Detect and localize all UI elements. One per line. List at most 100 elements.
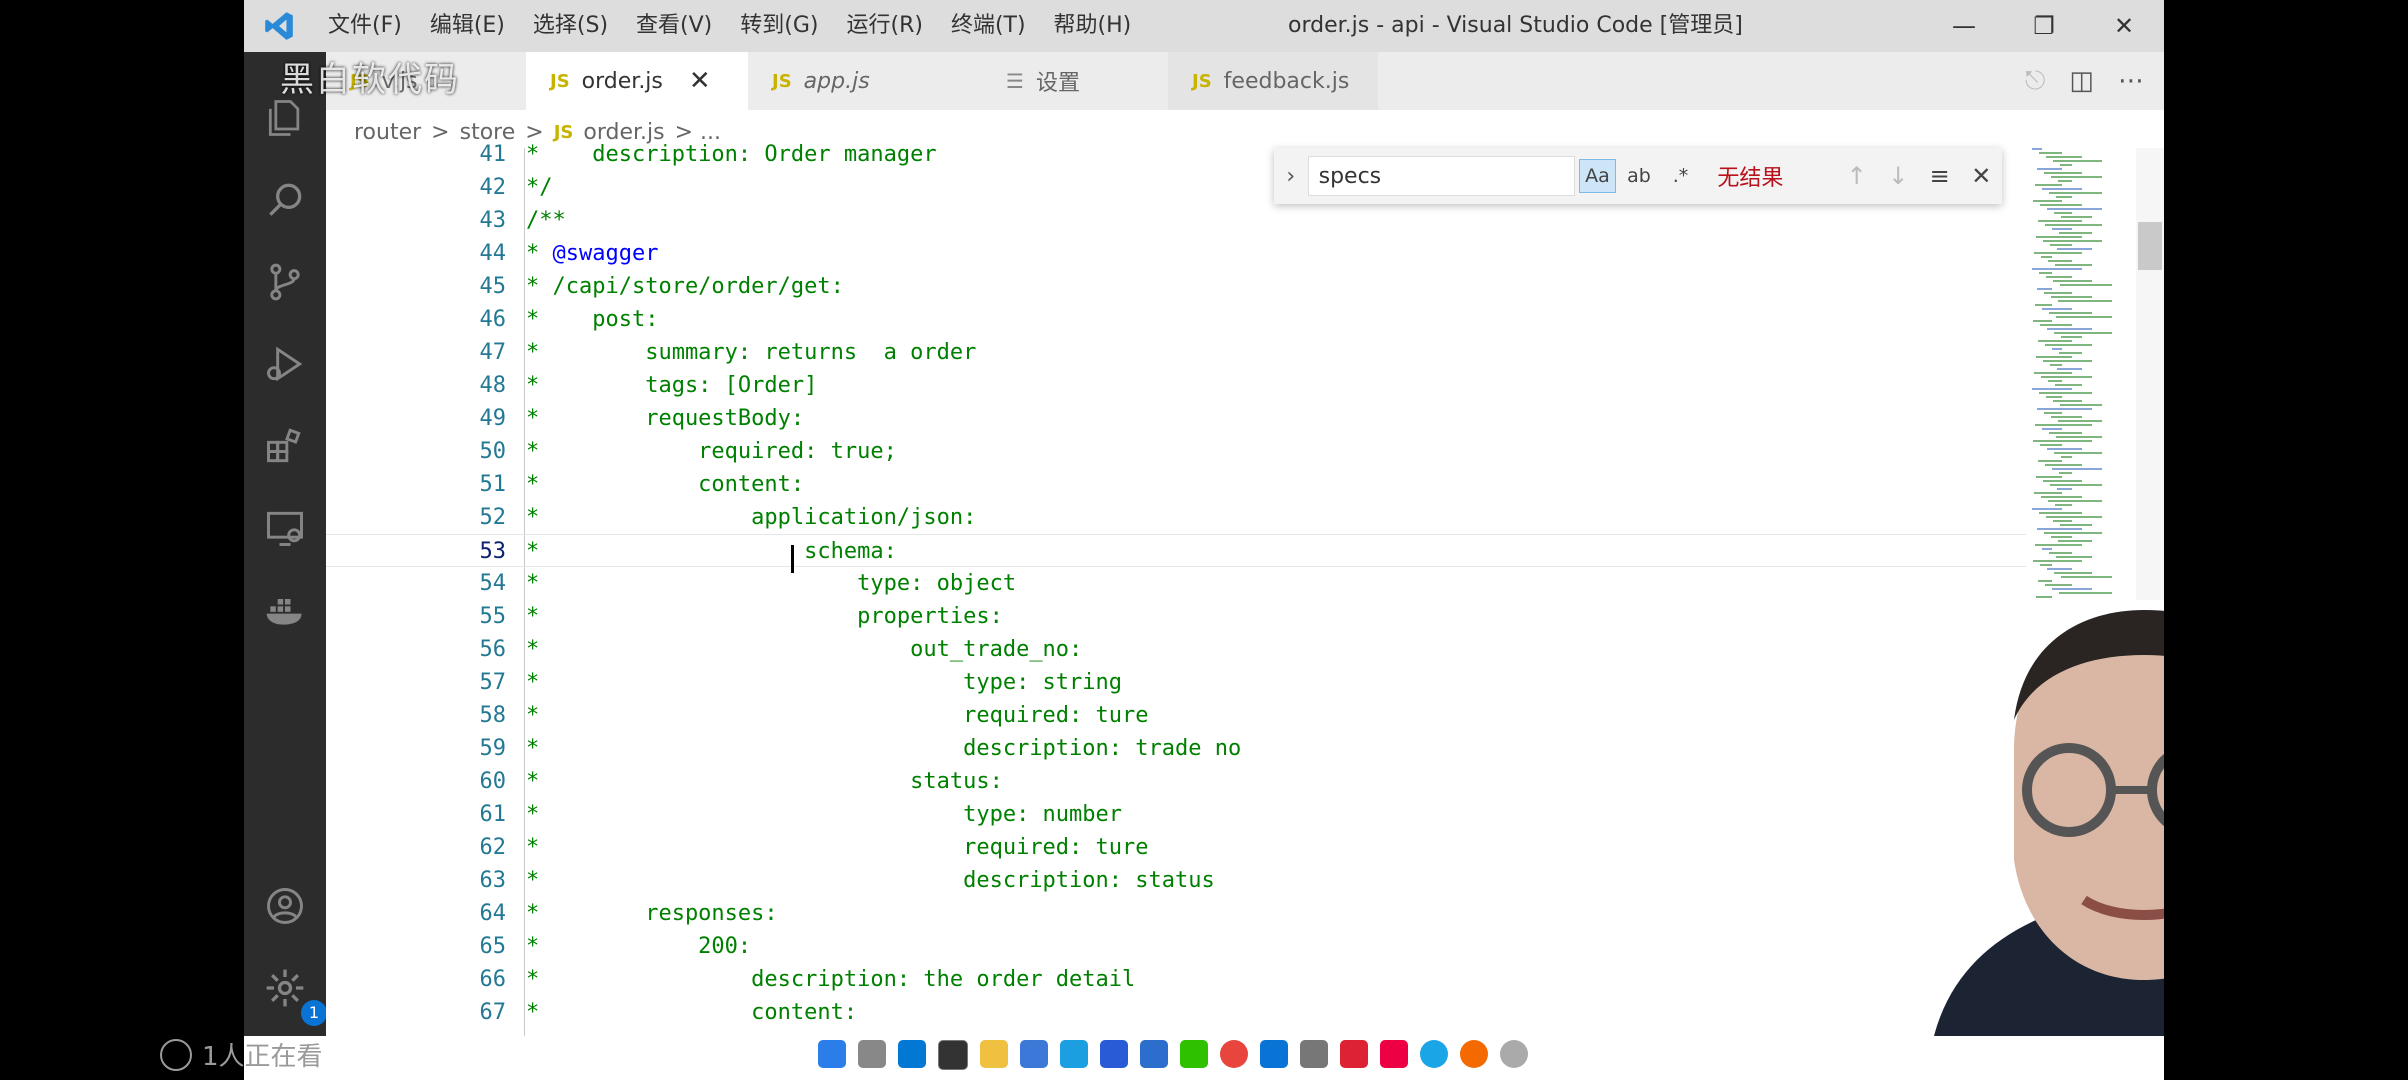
- app-icon[interactable]: [1460, 1040, 1488, 1068]
- remote-explorer-icon[interactable]: [261, 504, 309, 552]
- tab-app-js[interactable]: JS app.js: [748, 52, 958, 110]
- next-match-icon[interactable]: ↓: [1877, 162, 1919, 190]
- start-icon[interactable]: [818, 1040, 846, 1068]
- code-line[interactable]: 67 * content:: [326, 996, 2026, 1029]
- code-line[interactable]: 62 * required: ture: [326, 831, 2026, 864]
- code-line[interactable]: 61 * type: number: [326, 798, 2026, 831]
- wechat-icon[interactable]: [1180, 1040, 1208, 1068]
- app-icon[interactable]: [1100, 1040, 1128, 1068]
- code-line[interactable]: 63 * description: status: [326, 864, 2026, 897]
- minimap-line: [2039, 512, 2082, 514]
- code-line[interactable]: 49 * requestBody:: [326, 402, 2026, 435]
- toggle-replace-icon[interactable]: ›: [1274, 164, 1308, 189]
- minimize-button[interactable]: —: [1924, 0, 2004, 52]
- app-icon[interactable]: [1020, 1040, 1048, 1068]
- minimap-line: [2053, 520, 2072, 522]
- minimap-line: [2047, 448, 2082, 450]
- match-case-button[interactable]: Aa: [1578, 159, 1617, 193]
- accounts-icon[interactable]: [261, 882, 309, 930]
- app-icon[interactable]: [1500, 1040, 1528, 1068]
- code-line[interactable]: 43 /**: [326, 204, 2026, 237]
- widgets-icon[interactable]: [898, 1040, 926, 1068]
- wps-icon[interactable]: [1340, 1040, 1368, 1068]
- code-line[interactable]: 54 * type: object: [326, 567, 2026, 600]
- scrollbar-thumb[interactable]: [2138, 222, 2162, 270]
- code-line[interactable]: 45 * /capi/store/order/get:: [326, 270, 2026, 303]
- explorer-icon[interactable]: [261, 94, 309, 142]
- menu-terminal[interactable]: 终端(T): [937, 0, 1040, 52]
- split-editor-icon[interactable]: ◫: [2069, 66, 2094, 96]
- source-control-icon[interactable]: [261, 258, 309, 306]
- line-number: 41: [479, 142, 507, 167]
- code-line[interactable]: 44 * @swagger: [326, 237, 2026, 270]
- manage-gear-icon[interactable]: 1: [261, 964, 327, 1026]
- code-text: * properties:: [526, 604, 1003, 629]
- code-line[interactable]: 55 * properties:: [326, 600, 2026, 633]
- file-explorer-icon[interactable]: [980, 1040, 1008, 1068]
- menu-selection[interactable]: 选择(S): [519, 0, 622, 52]
- code-line[interactable]: 60 * status:: [326, 765, 2026, 798]
- code-editor[interactable]: 41 * description: Order manager 42 */43/** 4…: [326, 142, 2026, 1036]
- find-in-selection-icon[interactable]: ≡: [1919, 162, 1961, 190]
- code-line[interactable]: 47 * summary: returns a order: [326, 336, 2026, 369]
- find-input[interactable]: specs: [1307, 156, 1575, 196]
- code-line[interactable]: 48 * tags: [Order]: [326, 369, 2026, 402]
- minimap-line: [2032, 508, 2062, 510]
- minimap-line: [2050, 484, 2102, 486]
- menu-help[interactable]: 帮助(H): [1040, 0, 1146, 52]
- search-icon[interactable]: [261, 176, 309, 224]
- terminal-icon[interactable]: [938, 1040, 968, 1070]
- docker-icon[interactable]: [261, 586, 309, 634]
- vscode-taskbar-icon[interactable]: [1260, 1040, 1288, 1068]
- code-line[interactable]: 59 * description: trade no: [326, 732, 2026, 765]
- previous-match-icon[interactable]: ↑: [1836, 162, 1878, 190]
- run-debug-icon[interactable]: [261, 340, 309, 388]
- code-text: * out_trade_no:: [526, 637, 1083, 662]
- menu-edit[interactable]: 编辑(E): [416, 0, 519, 52]
- code-line[interactable]: 64 * responses:: [326, 897, 2026, 930]
- code-line[interactable]: 66 * description: the order detail: [326, 963, 2026, 996]
- app-icon[interactable]: [1420, 1040, 1448, 1068]
- editor-tabs: JS v.js JS order.js ✕ JS app.js ☰ 设置 JS …: [326, 52, 2164, 110]
- minimap-line: [2044, 292, 2072, 294]
- code-text: * required: true;: [526, 439, 897, 464]
- restore-button[interactable]: ❐: [2004, 0, 2084, 52]
- tab-settings[interactable]: ☰ 设置: [958, 52, 1168, 110]
- edge-icon[interactable]: [1060, 1040, 1088, 1068]
- minimap-line: [2032, 148, 2042, 150]
- code-line[interactable]: 51 * content:: [326, 468, 2026, 501]
- menu-file[interactable]: 文件(F): [314, 0, 416, 52]
- minimap-line: [2037, 408, 2092, 410]
- code-line[interactable]: 46 * post:: [326, 303, 2026, 336]
- code-line[interactable]: 56 * out_trade_no:: [326, 633, 2026, 666]
- open-changes-icon[interactable]: ⎋: [2025, 66, 2046, 97]
- chrome-icon[interactable]: [1220, 1040, 1248, 1068]
- code-text: * description: trade no: [526, 736, 1242, 761]
- close-tab-icon[interactable]: ✕: [689, 66, 711, 96]
- menu-run[interactable]: 运行(R): [832, 0, 936, 52]
- app-icon[interactable]: [1140, 1040, 1168, 1068]
- menu-go[interactable]: 转到(G): [726, 0, 832, 52]
- tab-order-js[interactable]: JS order.js ✕: [526, 52, 748, 110]
- taskview-icon[interactable]: [858, 1040, 886, 1068]
- code-line[interactable]: 53 * schema:: [326, 534, 2026, 567]
- extensions-icon[interactable]: [261, 422, 309, 470]
- app-icon[interactable]: [1380, 1040, 1408, 1068]
- close-find-icon[interactable]: ✕: [1960, 162, 2002, 190]
- tab-feedback-js[interactable]: JS feedback.js: [1168, 52, 1378, 110]
- minimap-line: [2059, 592, 2112, 594]
- code-line[interactable]: 58 * required: ture: [326, 699, 2026, 732]
- find-widget: › specs Aa ab .* 无结果 ↑ ↓ ≡ ✕: [1274, 148, 2002, 204]
- code-line[interactable]: 50 * required: true;: [326, 435, 2026, 468]
- app-icon[interactable]: [1300, 1040, 1328, 1068]
- code-line[interactable]: 57 * type: string: [326, 666, 2026, 699]
- more-actions-icon[interactable]: ⋯: [2118, 66, 2144, 96]
- minimap-line: [2038, 460, 2062, 462]
- code-line[interactable]: 65 * 200:: [326, 930, 2026, 963]
- use-regex-button[interactable]: .*: [1662, 159, 1700, 193]
- minimap-line: [2041, 376, 2092, 378]
- code-line[interactable]: 52 * application/json:: [326, 501, 2026, 534]
- match-whole-word-button[interactable]: ab: [1620, 159, 1658, 193]
- menu-view[interactable]: 查看(V): [622, 0, 726, 52]
- close-window-button[interactable]: ✕: [2084, 0, 2164, 52]
